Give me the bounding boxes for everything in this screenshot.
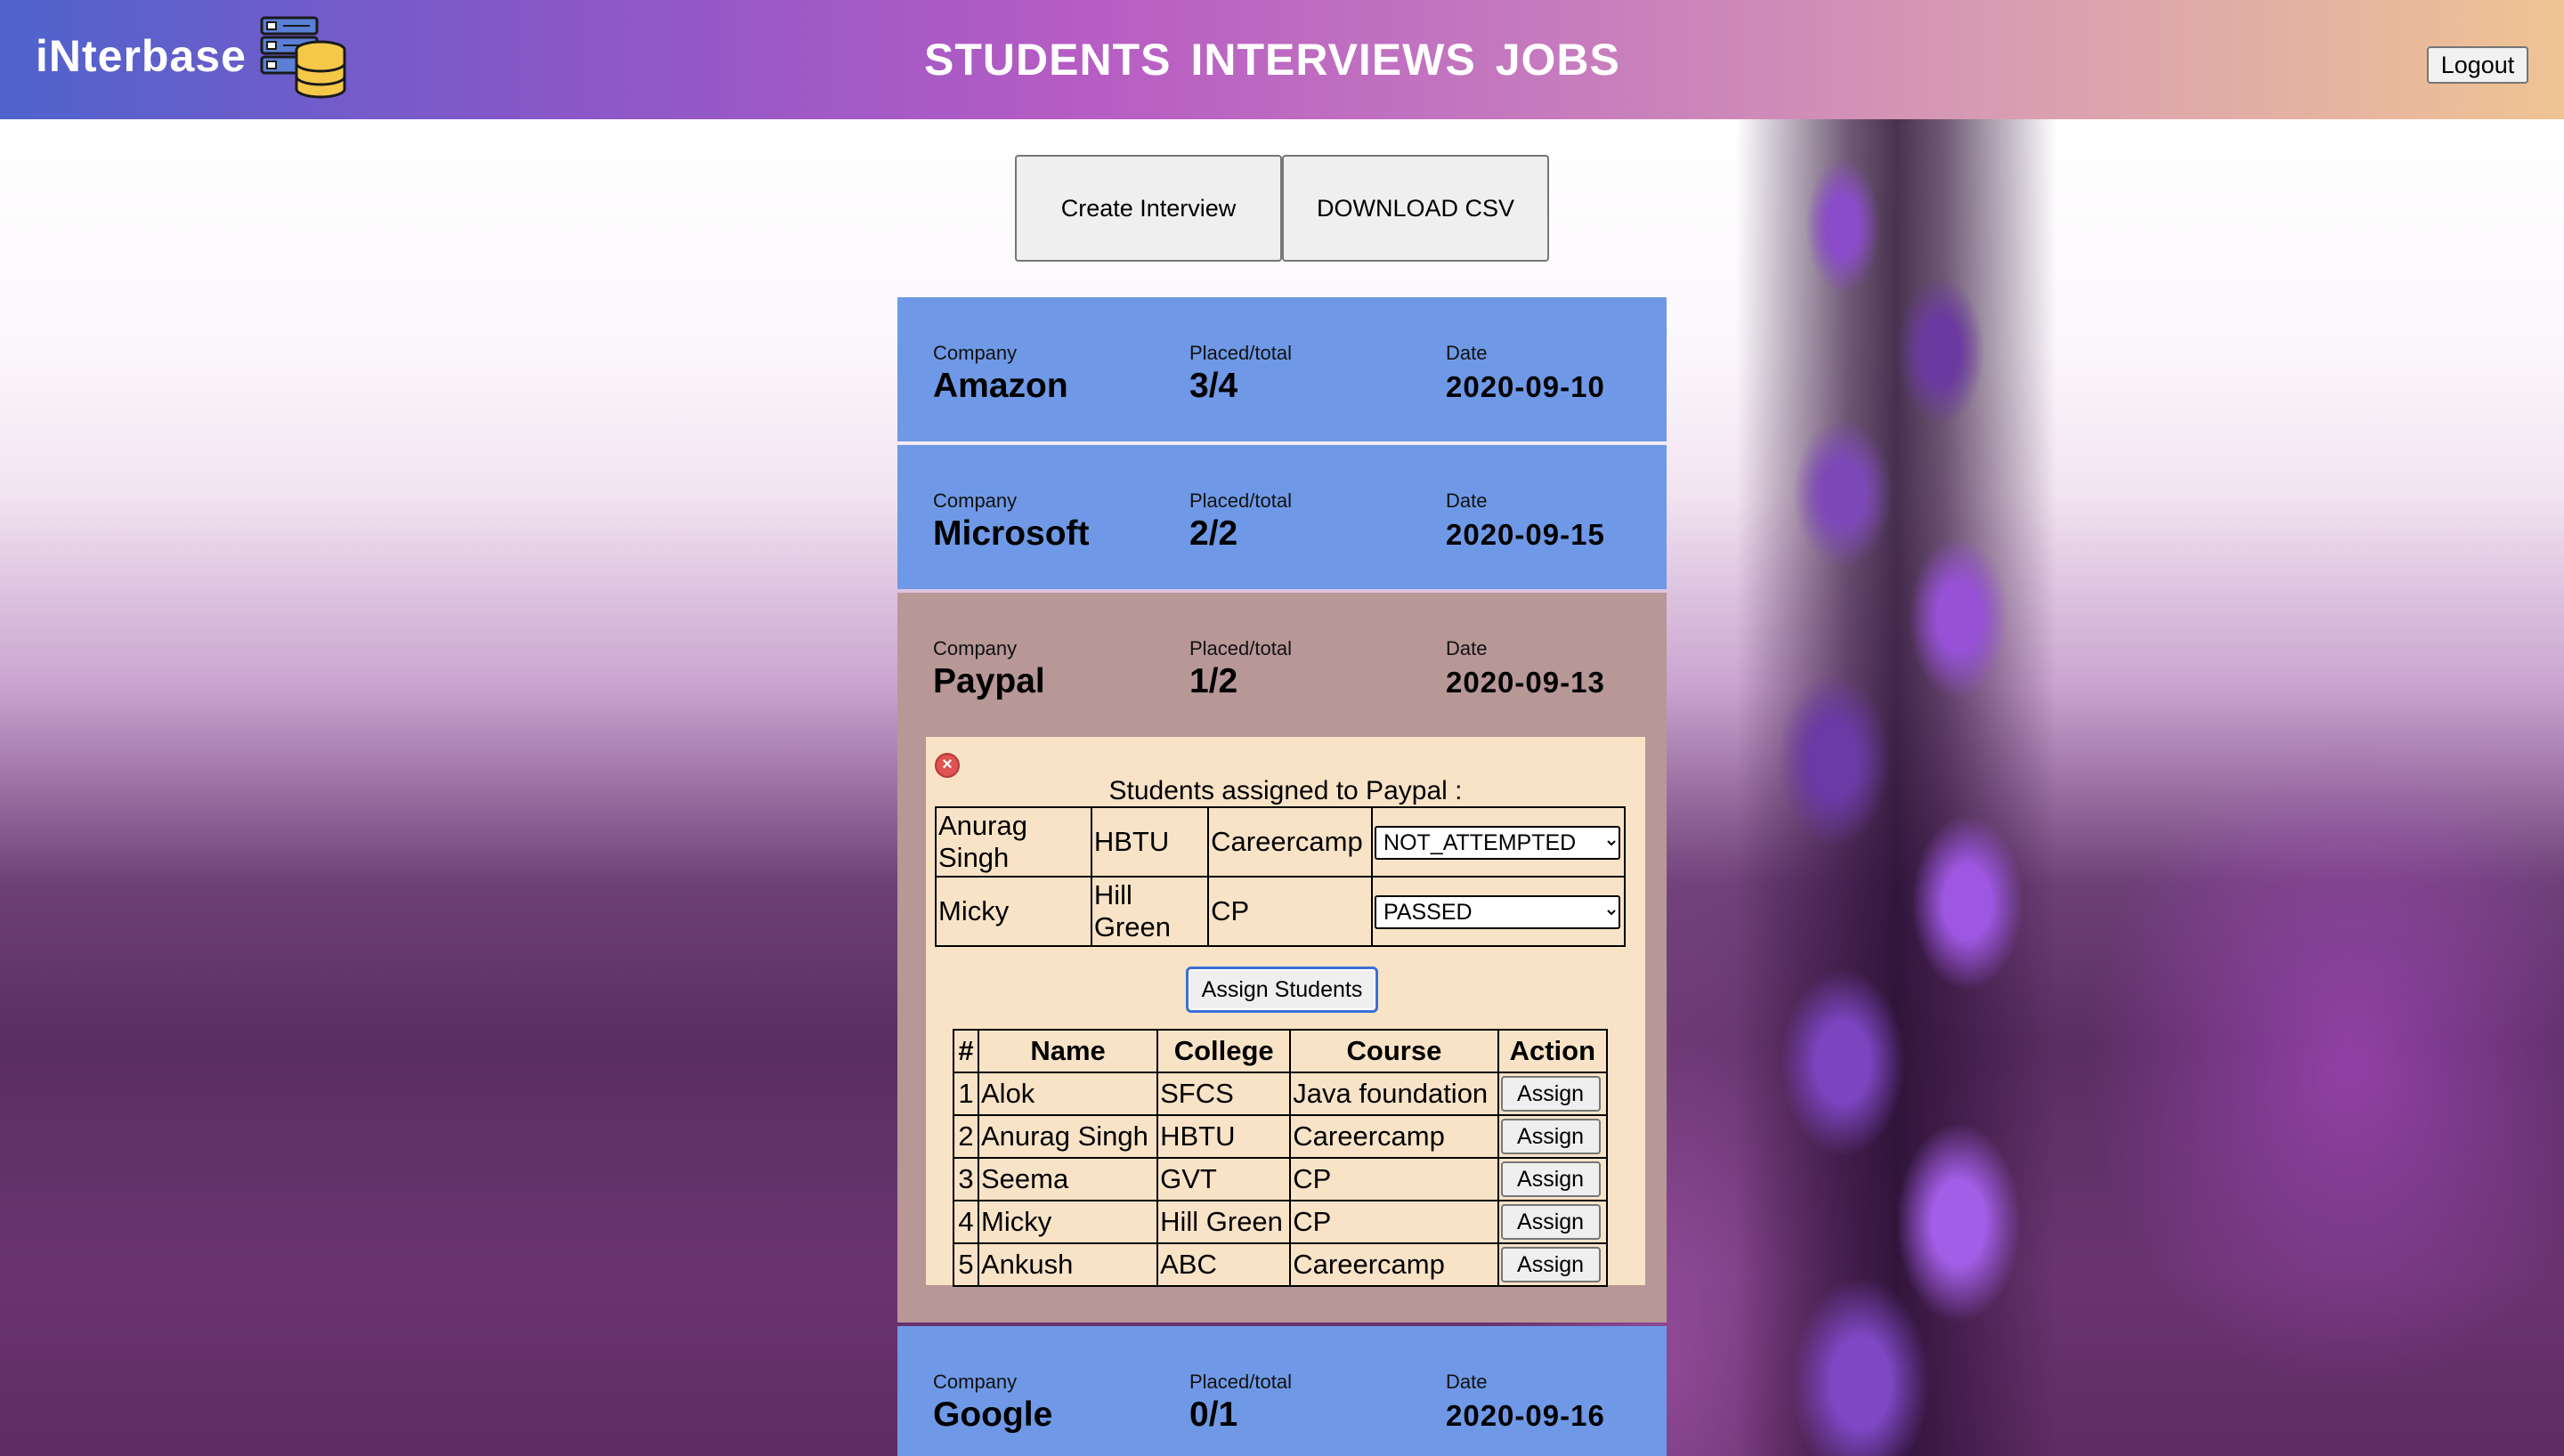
assigned-college: HBTU xyxy=(1090,806,1210,878)
assigned-students-panel: × Students assigned to Paypal : Anurag S… xyxy=(926,737,1645,1287)
row-action-cell: Assign xyxy=(1497,1242,1609,1287)
row-index: 3 xyxy=(953,1157,979,1201)
brand-name[interactable]: iNterbase xyxy=(36,30,247,82)
row-name: Anurag Singh xyxy=(977,1114,1159,1159)
assign-button[interactable]: Assign xyxy=(1500,1247,1601,1283)
table-row: 2 Anurag Singh HBTU Careercamp Assign xyxy=(953,1114,1609,1159)
row-action-cell: Assign xyxy=(1497,1072,1609,1116)
placed-label: Placed/total xyxy=(1189,637,1292,659)
date-label: Date xyxy=(1446,489,1488,512)
row-course: CP xyxy=(1289,1157,1499,1201)
row-college: SFCS xyxy=(1156,1072,1292,1116)
company-name: Paypal xyxy=(933,662,1045,700)
assigned-college: Hill Green xyxy=(1090,876,1210,947)
placed-value: 3/4 xyxy=(1189,367,1238,405)
placed-value: 1/2 xyxy=(1189,662,1238,700)
assigned-title: Students assigned to Paypal : xyxy=(1108,776,1463,805)
interview-card-microsoft[interactable]: Company Microsoft Placed/total 2/2 Date 202… xyxy=(897,445,1667,589)
row-action-cell: Assign xyxy=(1497,1200,1609,1244)
logout-button[interactable]: Logout xyxy=(2427,46,2528,84)
assigned-row: Micky Hill Green CP PASSED xyxy=(935,876,1626,947)
assign-button[interactable]: Assign xyxy=(1500,1161,1601,1198)
main-nav: STUDENTS INTERVIEWS JOBS xyxy=(924,34,1620,85)
placed-label: Placed/total xyxy=(1189,489,1292,512)
status-select[interactable]: PASSED xyxy=(1375,894,1621,929)
row-index: 4 xyxy=(953,1200,979,1244)
company-name: Google xyxy=(933,1395,1053,1434)
placed-label: Placed/total xyxy=(1189,342,1292,364)
row-index: 2 xyxy=(953,1114,979,1159)
interview-card-google[interactable]: Company Google Placed/total 0/1 Date 2020-0… xyxy=(897,1326,1667,1456)
server-database-icon xyxy=(260,16,346,99)
col-header-name: Name xyxy=(977,1029,1159,1073)
row-name: Micky xyxy=(977,1200,1159,1244)
date-label: Date xyxy=(1446,1371,1488,1393)
interview-card-paypal[interactable]: Company Paypal Placed/total 1/2 Date 2020-0… xyxy=(897,593,1667,1323)
table-row: 3 Seema GVT CP Assign xyxy=(953,1157,1609,1201)
row-name: Seema xyxy=(977,1157,1159,1201)
col-header-index: # xyxy=(953,1029,979,1073)
row-college: ABC xyxy=(1156,1242,1292,1287)
col-header-action: Action xyxy=(1497,1029,1609,1073)
placed-value: 0/1 xyxy=(1189,1395,1238,1434)
placed-label: Placed/total xyxy=(1189,1371,1292,1393)
col-header-college: College xyxy=(1156,1029,1292,1073)
assign-button[interactable]: Assign xyxy=(1500,1119,1601,1155)
interview-card-amazon[interactable]: Company Amazon Placed/total 3/4 Date 2020-0… xyxy=(897,297,1667,441)
date-value: 2020-09-10 xyxy=(1446,370,1605,403)
table-row: 4 Micky Hill Green CP Assign xyxy=(953,1200,1609,1244)
row-course: Careercamp xyxy=(1289,1242,1499,1287)
row-course: Java foundation xyxy=(1289,1072,1499,1116)
company-label: Company xyxy=(933,489,1018,512)
assigned-status-cell: NOT_ATTEMPTED xyxy=(1371,806,1626,878)
status-select[interactable]: NOT_ATTEMPTED xyxy=(1375,825,1621,860)
date-value: 2020-09-16 xyxy=(1446,1399,1605,1432)
date-value: 2020-09-13 xyxy=(1446,666,1605,699)
lavender-flower-image xyxy=(1736,119,2057,1456)
row-action-cell: Assign xyxy=(1497,1114,1609,1159)
row-college: GVT xyxy=(1156,1157,1292,1201)
date-label: Date xyxy=(1446,637,1488,659)
company-label: Company xyxy=(933,342,1018,364)
assigned-name: Micky xyxy=(935,876,1092,947)
assign-students-button[interactable]: Assign Students xyxy=(1186,967,1378,1013)
download-csv-button[interactable]: DOWNLOAD CSV xyxy=(1282,155,1549,262)
row-index: 1 xyxy=(953,1072,979,1116)
nav-jobs[interactable]: JOBS xyxy=(1496,34,1620,85)
assign-button[interactable]: Assign xyxy=(1500,1204,1601,1241)
table-row: 5 Ankush ABC Careercamp Assign xyxy=(953,1242,1609,1287)
top-navbar: iNterbase STUDENTS INTERVIEWS JOBS Logou… xyxy=(0,0,2564,119)
row-action-cell: Assign xyxy=(1497,1157,1609,1201)
date-label: Date xyxy=(1446,342,1488,364)
assigned-course: CP xyxy=(1207,876,1374,947)
row-college: HBTU xyxy=(1156,1114,1292,1159)
assigned-course: Careercamp xyxy=(1207,806,1374,878)
row-index: 5 xyxy=(953,1242,979,1287)
assign-button[interactable]: Assign xyxy=(1500,1076,1601,1112)
nav-interviews[interactable]: INTERVIEWS xyxy=(1190,34,1475,85)
table-row: 1 Alok SFCS Java foundation Assign xyxy=(953,1072,1609,1116)
company-name: Microsoft xyxy=(933,514,1090,553)
table-header-row: # Name College Course Action xyxy=(953,1029,1609,1073)
row-college: Hill Green xyxy=(1156,1200,1292,1244)
col-header-course: Course xyxy=(1289,1029,1499,1073)
row-course: Careercamp xyxy=(1289,1114,1499,1159)
assigned-row: Anurag Singh HBTU Careercamp NOT_ATTEMPT… xyxy=(935,806,1626,878)
company-name: Amazon xyxy=(933,367,1068,405)
company-label: Company xyxy=(933,637,1018,659)
assigned-status-cell: PASSED xyxy=(1371,876,1626,947)
create-interview-button[interactable]: Create Interview xyxy=(1015,155,1282,262)
row-name: Alok xyxy=(977,1072,1159,1116)
row-course: CP xyxy=(1289,1200,1499,1244)
assigned-students-table: Anurag Singh HBTU Careercamp NOT_ATTEMPT… xyxy=(935,806,1626,947)
students-table: # Name College Course Action 1 Alok SFCS… xyxy=(953,1029,1609,1287)
close-icon[interactable]: × xyxy=(935,753,960,778)
assigned-name: Anurag Singh xyxy=(935,806,1092,878)
row-name: Ankush xyxy=(977,1242,1159,1287)
company-label: Company xyxy=(933,1371,1018,1393)
date-value: 2020-09-15 xyxy=(1446,518,1605,551)
nav-students[interactable]: STUDENTS xyxy=(924,34,1171,85)
placed-value: 2/2 xyxy=(1189,514,1238,553)
